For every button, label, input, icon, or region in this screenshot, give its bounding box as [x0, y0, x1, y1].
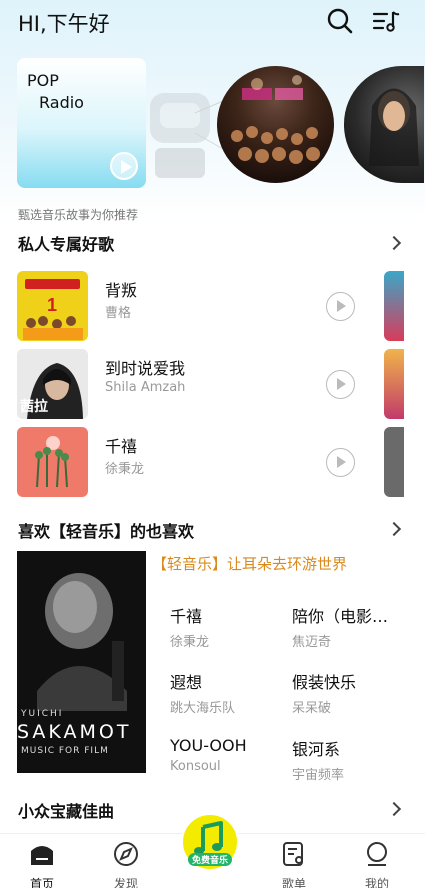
pop-radio-card[interactable]: POP Radio [17, 58, 146, 188]
nav-song-list[interactable]: 歌单 [264, 840, 324, 888]
chevron-right-icon[interactable] [386, 235, 402, 251]
playlist-song[interactable]: 银河系 宇宙频率 [292, 736, 412, 783]
cover-text-main: SAKAMOT [17, 721, 132, 743]
playlist-song-name: 遐想 [170, 673, 203, 692]
song-artist: 曹格 [105, 306, 132, 321]
playlist-song-artist: 呆呆破 [292, 701, 332, 716]
profile-icon [367, 842, 387, 866]
nav-label: 我的 [364, 877, 389, 888]
play-icon[interactable] [326, 292, 355, 321]
song-row[interactable]: 1 背叛 曹格 [17, 271, 387, 341]
svg-text:1: 1 [47, 295, 57, 315]
free-music-label: 免费音乐 [187, 853, 233, 866]
song-name: 到时说爱我 [105, 359, 186, 378]
song-cover [17, 427, 88, 497]
search-icon[interactable] [325, 6, 355, 36]
song-list-icon [283, 842, 303, 866]
playlist-song[interactable]: 假装快乐 呆呆破 [292, 669, 412, 716]
radio-title-line2: Radio [39, 93, 84, 112]
greeting-text: HI,下午好 [18, 12, 110, 36]
nav-label: 发现 [113, 877, 138, 888]
section-title-similar[interactable]: 喜欢【轻音乐】的也喜欢 [18, 518, 194, 542]
nav-label: 歌单 [281, 877, 306, 888]
playlist-song-artist: 焦迈奇 [292, 635, 332, 650]
music-list-icon[interactable] [371, 6, 401, 36]
song-name: 千禧 [105, 437, 138, 456]
playlist-song-artist: 徐秉龙 [170, 635, 210, 650]
playlist-song-artist: Konsoul [170, 759, 221, 774]
radio-title-line1: POP [27, 71, 59, 90]
banner-carousel[interactable]: POP Radio [0, 58, 425, 193]
chevron-right-icon[interactable] [386, 801, 402, 817]
chevron-right-icon[interactable] [386, 521, 402, 537]
app-header: HI,下午好 [0, 0, 425, 50]
song-row[interactable]: 茜拉 到时说爱我 Shila Amzah [17, 349, 387, 419]
playlist-song[interactable]: YOU-OOH Konsoul [170, 736, 290, 774]
nav-discover[interactable]: 发现 [96, 840, 156, 888]
concert-crowd-icon [231, 75, 320, 164]
playlist-song[interactable]: 陪你（电影… 焦迈奇 [292, 603, 412, 650]
nav-profile[interactable]: 我的 [347, 840, 407, 888]
cover-text-sub: MUSIC FOR FILM [21, 746, 109, 756]
recommend-subtitle: 甄选音乐故事为你推荐 [18, 208, 139, 222]
playlist-song-artist: 宇宙频率 [292, 768, 345, 783]
album-disc-1[interactable] [217, 66, 334, 183]
playlist-song-name: 银河系 [292, 740, 341, 759]
discover-icon [114, 842, 138, 866]
playlist-title[interactable]: 【轻音乐】让耳朵去环游世界 [152, 553, 347, 574]
album-art-1-icon: 1 [17, 271, 88, 341]
song-cover: 1 [17, 271, 88, 341]
song-artist: Shila Amzah [105, 380, 186, 395]
cover-caption: 茜拉 [20, 399, 48, 415]
play-icon[interactable] [326, 370, 355, 399]
next-card-peek[interactable] [384, 271, 404, 341]
playlist-song-name: 千禧 [170, 607, 203, 626]
song-name: 背叛 [105, 281, 138, 300]
playlist-song-name: 陪你（电影… [292, 607, 389, 626]
play-icon[interactable] [110, 152, 138, 180]
next-card-peek[interactable] [384, 349, 404, 419]
playlist-song[interactable]: 千禧 徐秉龙 [170, 603, 290, 650]
playlist-song-name: 假装快乐 [292, 673, 357, 692]
song-artist: 徐秉龙 [105, 462, 145, 477]
section-title-hidden-gems[interactable]: 小众宝藏佳曲 [18, 798, 114, 822]
playlist-song[interactable]: 遐想 跳大海乐队 [170, 669, 290, 716]
nav-label: 首页 [29, 877, 54, 888]
album-disc-2[interactable] [344, 66, 424, 183]
free-music-button[interactable]: 免费音乐 [181, 813, 239, 871]
nav-home[interactable]: 首页 [12, 840, 72, 888]
playlist-song-artist: 跳大海乐队 [170, 701, 236, 716]
cover-text-top: YUICHI [21, 709, 64, 719]
singer-portrait-icon [369, 88, 419, 166]
section-title-private-songs[interactable]: 私人专属好歌 [18, 231, 114, 255]
home-icon [31, 846, 53, 865]
play-icon[interactable] [326, 448, 355, 477]
song-row[interactable]: 千禧 徐秉龙 [17, 427, 387, 497]
radio-title: POP Radio [27, 70, 84, 114]
playlist-song-name: YOU-OOH [170, 736, 247, 755]
next-card-peek[interactable] [384, 427, 404, 497]
song-cover: 茜拉 [17, 349, 88, 419]
album-art-3-icon [17, 427, 88, 497]
playlist-cover[interactable]: YUICHI SAKAMOT MUSIC FOR FILM [17, 551, 146, 773]
